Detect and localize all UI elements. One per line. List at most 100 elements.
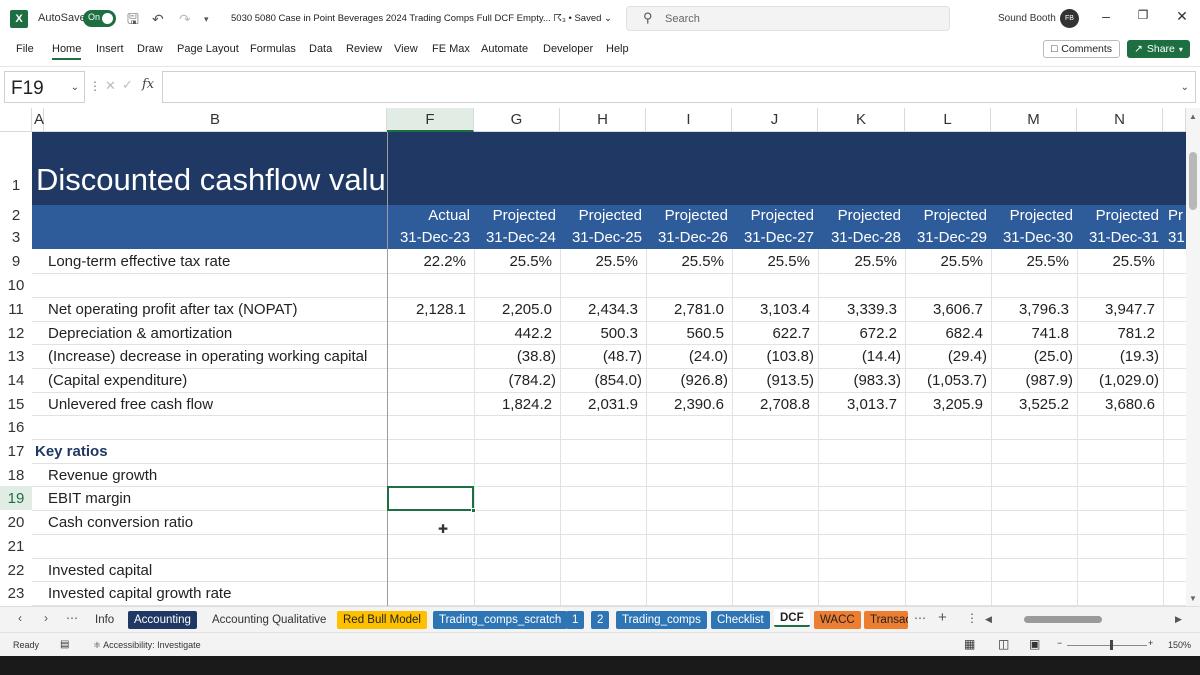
column-header-n[interactable]: N [1077,108,1163,132]
cell-h14[interactable]: (854.0) [560,368,642,394]
column-header-f[interactable]: F [387,108,474,132]
cell-m11[interactable]: 3,796.3 [991,297,1069,323]
cell-i9[interactable]: 25.5% [646,249,724,275]
horizontal-scrollbar[interactable] [994,615,1170,625]
cell-h13[interactable]: (48.7) [560,344,642,370]
row-header-2[interactable]: 2 [0,205,32,227]
cell-g11[interactable]: 2,205.0 [474,297,552,323]
cell-l12[interactable]: 682.4 [905,321,983,346]
sheet-tab-dcf[interactable]: DCF [774,609,810,627]
cell-k14[interactable]: (983.3) [818,368,901,394]
cell-l11[interactable]: 3,606.7 [905,297,983,323]
cell-g14[interactable]: (784.2) [474,368,556,394]
select-all-corner[interactable] [0,108,32,132]
menu-formulas[interactable]: Formulas [250,43,296,55]
cell-k12[interactable]: 672.2 [818,321,897,346]
row-header-18[interactable]: 18 [0,463,32,486]
row-header-9[interactable]: 9 [0,249,32,273]
menu-draw[interactable]: Draw [137,43,163,55]
row-header-23[interactable]: 23 [0,581,32,605]
more-sheets-icon[interactable]: ⋯ [66,611,78,625]
cell-m15[interactable]: 3,525.2 [991,392,1069,417]
zoom-out-icon[interactable]: − [1057,638,1062,648]
avatar[interactable]: FB [1060,9,1079,28]
insert-function-icon[interactable]: fx [142,77,154,92]
close-icon[interactable]: ✕ [1172,8,1192,25]
previous-sheet-icon[interactable]: ‹ [18,611,22,625]
document-title[interactable]: 5030 5080 Case in Point Beverages 2024 T… [231,13,612,24]
cell-g13[interactable]: (38.8) [474,344,556,370]
accessibility-status[interactable]: ⚛ Accessibility: Investigate [93,640,201,651]
cell-i14[interactable]: (926.8) [646,368,728,394]
cell-n9[interactable]: 25.5% [1077,249,1155,275]
more-tabs-icon[interactable]: ⋯ [914,611,926,625]
cell-n12[interactable]: 781.2 [1077,321,1155,346]
cell-l9[interactable]: 25.5% [905,249,983,275]
column-header-i[interactable]: I [646,108,732,132]
column-header-g[interactable]: G [474,108,560,132]
cell-g15[interactable]: 1,824.2 [474,392,552,417]
menu-home[interactable]: Home [52,43,82,60]
fill-handle[interactable] [471,508,476,513]
cell-j11[interactable]: 3,103.4 [732,297,810,323]
sheet-tab-2[interactable]: 2 [591,611,610,629]
zoom-in-icon[interactable]: + [1148,638,1153,648]
cell-n15[interactable]: 3,680.6 [1077,392,1155,417]
menu-view[interactable]: View [394,43,418,55]
cell-j9[interactable]: 25.5% [732,249,810,275]
zoom-slider[interactable] [1067,645,1147,646]
row-header-22[interactable]: 22 [0,558,32,581]
cell-g12[interactable]: 442.2 [474,321,552,346]
sheet-tab-checklist[interactable]: Checklist [711,611,770,629]
active-cell-f19[interactable] [387,486,474,511]
cell-g9[interactable]: 25.5% [474,249,552,275]
sheet-tab-wacc[interactable]: WACC [814,611,861,629]
scroll-right-icon[interactable]: ▶ [1175,614,1182,625]
redo-icon[interactable]: ↷ [179,10,191,28]
expand-formula-bar-icon[interactable]: ⌄ [1181,82,1189,93]
scroll-down-icon[interactable]: ▼ [1189,594,1197,603]
tab-options-icon[interactable]: ⋮ [966,611,978,625]
cell-j13[interactable]: (103.8) [732,344,814,370]
cell-m9[interactable]: 25.5% [991,249,1069,275]
cell-f11[interactable]: 2,128.1 [387,297,466,323]
cell-h15[interactable]: 2,031.9 [560,392,638,417]
zoom-level[interactable]: 150% [1168,640,1191,650]
sheet-tab-1[interactable]: 1 [566,611,585,629]
row-header-19[interactable]: 19 [0,486,32,510]
row-header-1[interactable]: 1 [0,132,32,205]
cell-k13[interactable]: (14.4) [818,344,901,370]
cell-n13[interactable]: (19.3) [1077,344,1159,370]
cell-l15[interactable]: 3,205.9 [905,392,983,417]
scroll-left-icon[interactable]: ◀ [985,614,992,625]
cancel-icon[interactable]: ✕ [105,78,116,94]
cell-j12[interactable]: 622.7 [732,321,810,346]
normal-view-icon[interactable]: ▦ [964,637,975,651]
horizontal-scroll-thumb[interactable] [1024,616,1102,623]
autosave-toggle[interactable]: On [83,10,116,27]
zoom-slider-thumb[interactable] [1110,640,1113,650]
minimize-icon[interactable]: – [1096,8,1116,24]
row-header-16[interactable]: 16 [0,415,32,439]
row-header-10[interactable]: 10 [0,273,32,297]
cell-n11[interactable]: 3,947.7 [1077,297,1155,323]
name-box[interactable]: F19 ⌄ [4,71,85,103]
sheet-tab-red-bull-model[interactable]: Red Bull Model [337,611,427,629]
comments-button[interactable]: □ Comments [1043,40,1120,58]
cell-i13[interactable]: (24.0) [646,344,728,370]
vertical-scrollbar[interactable]: ▲ ▼ [1186,108,1200,606]
add-sheet-icon[interactable]: + [938,609,947,626]
cell-i11[interactable]: 2,781.0 [646,297,724,323]
row-header-20[interactable]: 20 [0,510,32,534]
row-header-12[interactable]: 12 [0,321,32,344]
cell-j15[interactable]: 2,708.8 [732,392,810,417]
column-header-a[interactable]: A [32,108,44,132]
column-header-h[interactable]: H [560,108,646,132]
row-header-17[interactable]: 17 [0,439,32,463]
menu-fe-max[interactable]: FE Max [432,43,470,55]
column-header-j[interactable]: J [732,108,818,132]
sheet-tab-accounting[interactable]: Accounting [128,611,197,629]
row-header-14[interactable]: 14 [0,368,32,392]
cell-h9[interactable]: 25.5% [560,249,638,275]
menu-insert[interactable]: Insert [96,43,124,55]
